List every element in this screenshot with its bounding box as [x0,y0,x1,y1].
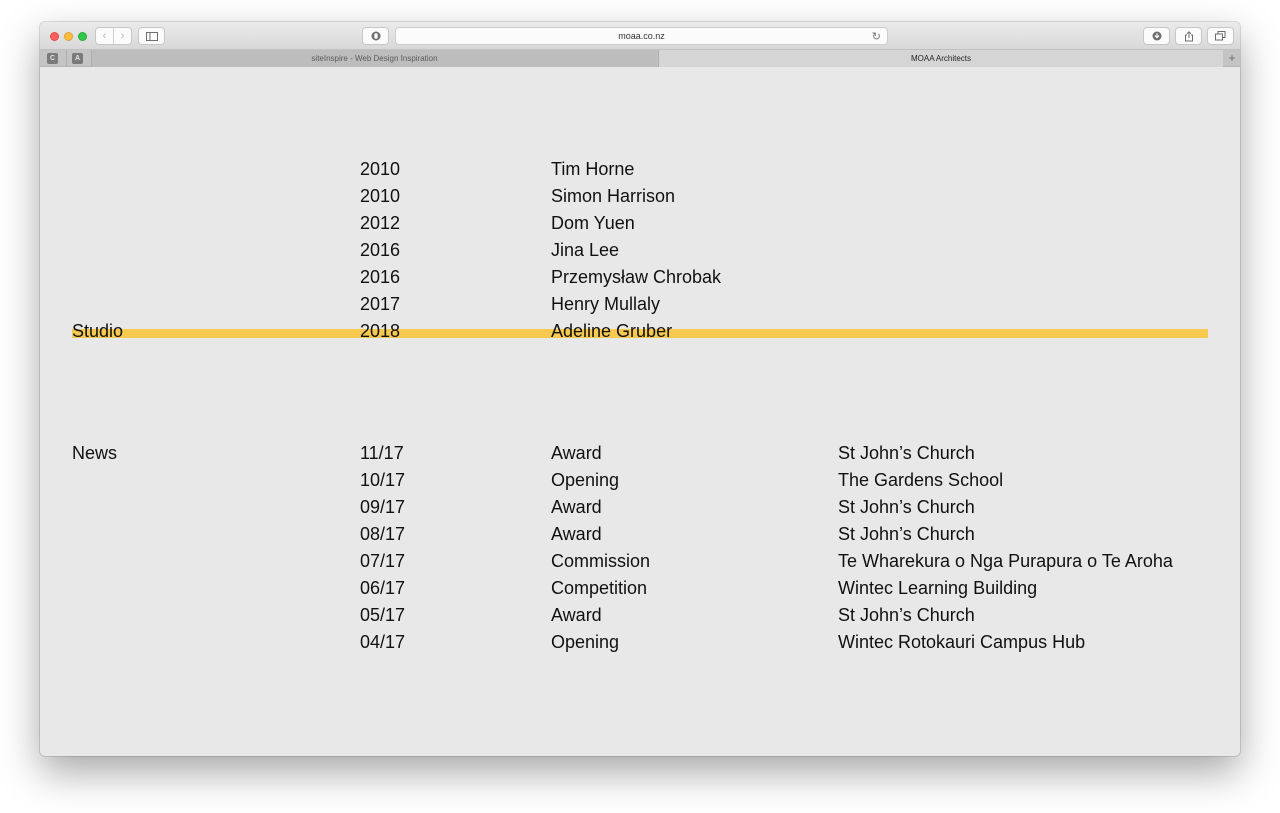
studio-year: 2016 [360,267,401,287]
studio-row: 2010 Tim Horne [40,157,1240,181]
news-date: 09/17 [360,497,406,517]
download-icon [1152,31,1161,41]
news-project-link[interactable]: St John’s Church [838,603,975,627]
news-date: 04/17 [360,632,406,652]
new-tab-button[interactable]: + [1224,50,1240,67]
downloads-button[interactable] [1143,27,1170,45]
news-date: 10/17 [360,470,406,490]
studio-nav-link[interactable]: Studio [72,319,123,343]
tab-moaa-architects[interactable]: MOAA Architects [658,50,1223,67]
studio-person-link[interactable]: Przemysław Chrobak [551,265,721,289]
tab-label: MOAA Architects [910,54,972,63]
back-icon[interactable]: ‹ [96,30,113,42]
tab-overview-icon [1215,31,1226,41]
news-row[interactable]: 09/17 Award St John’s Church [40,495,1240,519]
news-row[interactable]: 05/17 Award St John’s Church [40,603,1240,627]
address-text: moaa.co.nz [618,31,665,41]
news-type: Award [551,524,602,544]
news-project-link[interactable]: The Gardens School [838,468,1003,492]
tab-bar: C A siteInspire - Web Design Inspiration… [40,50,1240,67]
studio-person-link[interactable]: Adeline Gruber [551,319,672,343]
studio-row: Studio 2018 Adeline Gruber [40,319,1240,343]
news-type: Commission [551,551,651,571]
news-date: 11/17 [360,443,404,463]
news-type: Award [551,497,602,517]
studio-year: 2010 [360,159,401,179]
news-nav-link[interactable]: News [72,441,117,465]
news-project-link[interactable]: Te Wharekura o Nga Purapura o Te Aroha [838,549,1173,573]
studio-person-link[interactable]: Simon Harrison [551,184,675,208]
studio-row: 2010 Simon Harrison [40,184,1240,208]
news-project-link[interactable]: Wintec Rotokauri Campus Hub [838,630,1085,654]
browser-toolbar: ‹ › moaa.co.nz ↻ [40,22,1240,50]
privacy-button[interactable] [362,27,389,45]
news-date: 06/17 [360,578,406,598]
news-row[interactable]: 10/17 Opening The Gardens School [40,468,1240,492]
studio-row: 2012 Dom Yuen [40,211,1240,235]
studio-person-link[interactable]: Dom Yuen [551,211,635,235]
sidebar-icon [145,31,158,41]
shield-icon [371,31,380,41]
reload-icon[interactable]: ↻ [872,30,881,43]
news-type: Opening [551,632,620,652]
tab-overview-button[interactable] [1207,27,1234,45]
news-type: Award [551,443,602,463]
pinned-tab-c[interactable]: C [47,53,58,64]
news-date: 07/17 [360,551,406,571]
news-type: Award [551,605,602,625]
forward-icon[interactable]: › [114,30,131,42]
back-forward-group: ‹ › [95,27,132,45]
news-type: Competition [551,578,648,598]
news-row[interactable]: 06/17 Competition Wintec Learning Buildi… [40,576,1240,600]
page-content: 2010 Tim Horne 2010 Simon Harrison 2012 … [40,67,1240,756]
share-icon [1184,30,1193,41]
news-row[interactable]: 07/17 Commission Te Wharekura o Nga Pura… [40,549,1240,573]
tab-siteinspire[interactable]: siteInspire - Web Design Inspiration [92,50,657,67]
tab-label: siteInspire - Web Design Inspiration [311,54,438,63]
studio-row: 2017 Henry Mullaly [40,292,1240,316]
studio-row: 2016 Jina Lee [40,238,1240,262]
studio-person-link[interactable]: Jina Lee [551,238,619,262]
studio-person-link[interactable]: Tim Horne [551,157,634,181]
news-type: Opening [551,470,620,490]
news-row[interactable]: 04/17 Opening Wintec Rotokauri Campus Hu… [40,630,1240,654]
studio-year: 2016 [360,240,401,260]
news-date: 08/17 [360,524,406,544]
studio-year: 2017 [360,294,401,314]
news-project-link[interactable]: St John’s Church [838,441,975,465]
studio-year: 2018 [360,321,401,341]
minimize-window-button[interactable] [64,32,73,41]
sidebar-toggle-button[interactable] [138,27,165,45]
zoom-window-button[interactable] [78,32,87,41]
news-project-link[interactable]: St John’s Church [838,495,975,519]
news-project-link[interactable]: Wintec Learning Building [838,576,1037,600]
studio-year: 2010 [360,186,401,206]
share-button[interactable] [1175,27,1202,45]
news-date: 05/17 [360,605,406,625]
studio-year: 2012 [360,213,401,233]
news-project-link[interactable]: St John’s Church [838,522,975,546]
address-bar[interactable]: moaa.co.nz ↻ [395,27,888,45]
pinned-tab-a[interactable]: A [72,53,83,64]
news-row[interactable]: 08/17 Award St John’s Church [40,522,1240,546]
studio-person-link[interactable]: Henry Mullaly [551,292,660,316]
close-window-button[interactable] [50,32,59,41]
browser-window: ‹ › moaa.co.nz ↻ C A siteInspire - Web D… [40,22,1240,756]
news-row[interactable]: News 11/17 Award St John’s Church [40,441,1240,465]
studio-row: 2016 Przemysław Chrobak [40,265,1240,289]
pinned-divider [66,50,67,67]
